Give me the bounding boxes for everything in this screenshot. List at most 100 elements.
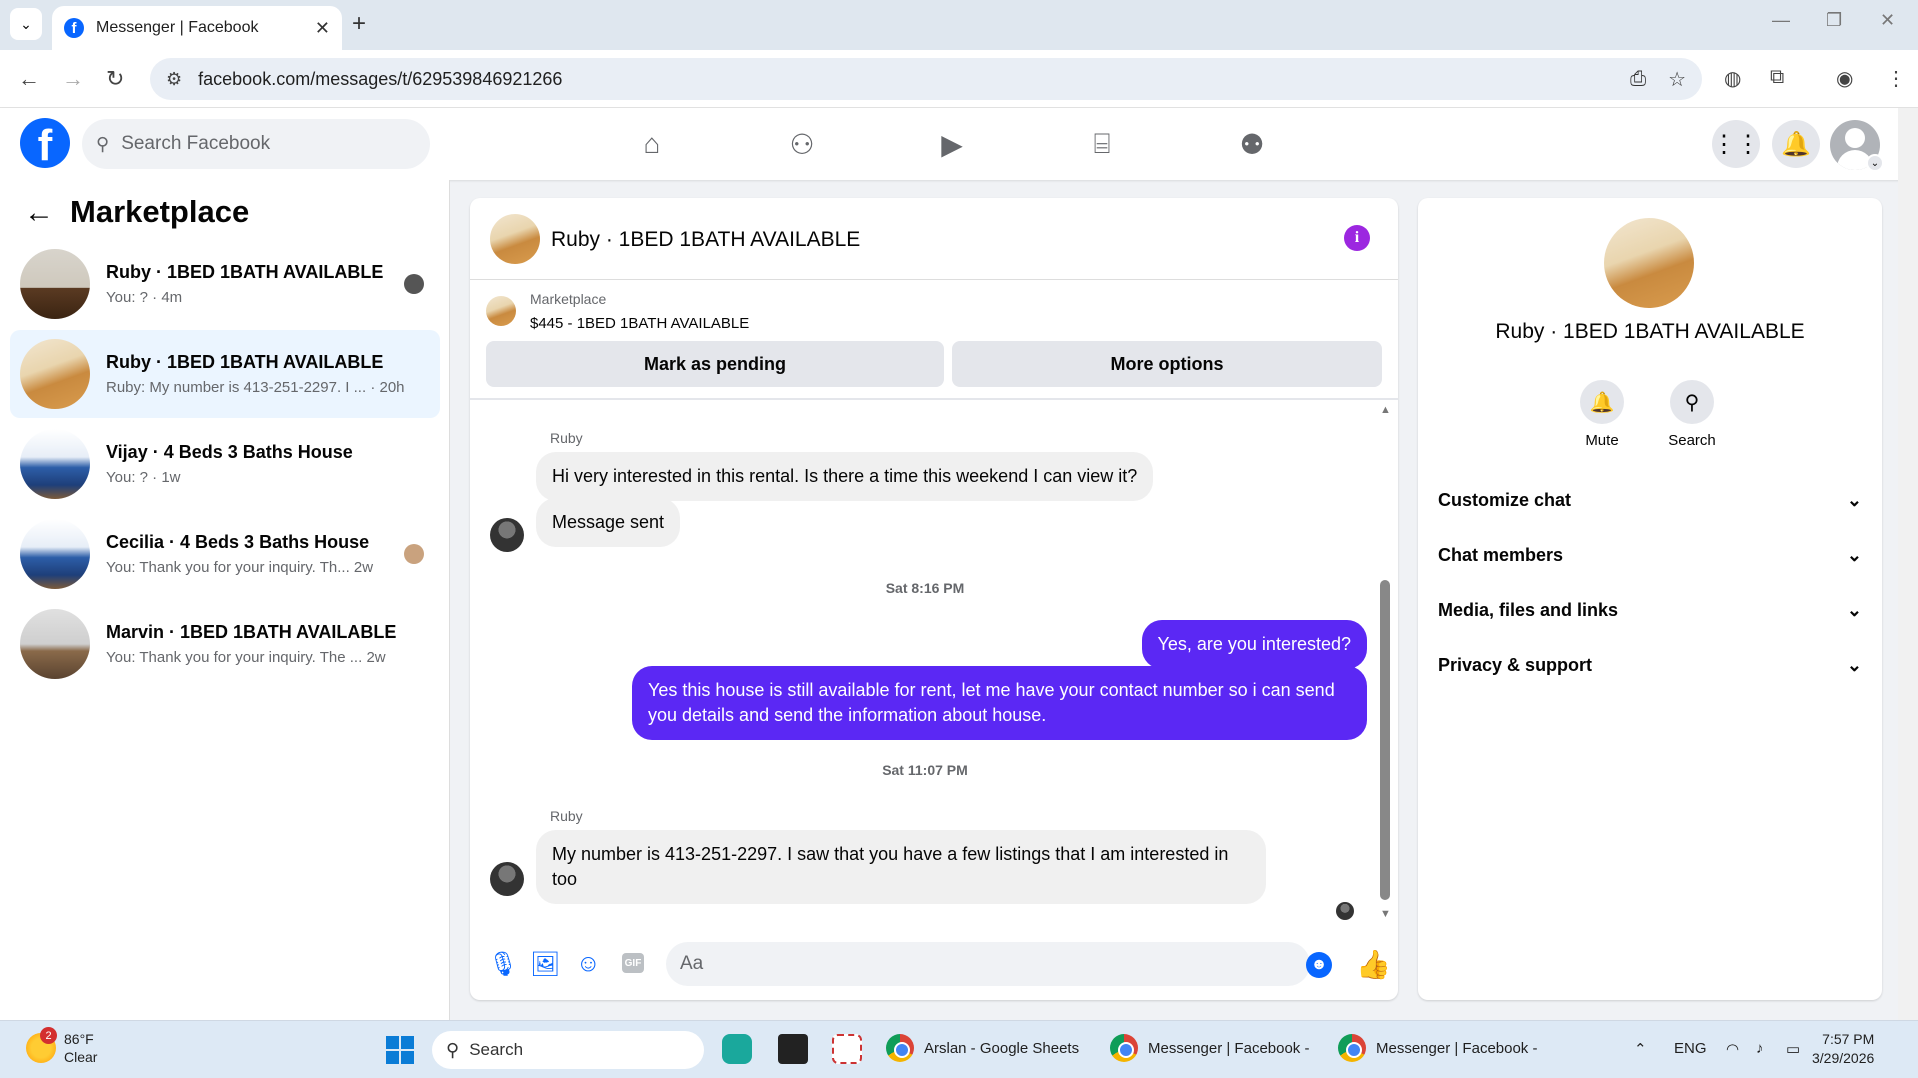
gif-icon[interactable]: GIF [622, 953, 644, 973]
extensions-icon[interactable]: ⧉ [1770, 66, 1784, 89]
emoji-icon[interactable]: ☻ [1306, 952, 1332, 978]
taskbar-search[interactable]: ⚲ Search [432, 1031, 704, 1069]
taskbar-chrome-sheets[interactable]: Arslan - Google Sheets [886, 1034, 1079, 1062]
thumbs-up-icon[interactable]: 👍 [1356, 948, 1391, 981]
customize-chat-section[interactable]: Customize chat ⌄ [1438, 490, 1862, 511]
conversation-item[interactable]: Marvin · 1BED 1BATH AVAILABLE You: Thank … [10, 600, 440, 688]
search-icon[interactable]: ⚲ [1670, 380, 1714, 424]
clock-time: 7:57 PM [1822, 1031, 1875, 1047]
notifications-bell-icon[interactable]: 🔔 [1772, 120, 1820, 168]
weather-desc: Clear [64, 1049, 98, 1065]
incoming-message[interactable]: Hi very interested in this rental. Is th… [536, 452, 1154, 501]
sticky-notes-icon[interactable] [778, 1034, 808, 1064]
privacy-support-section[interactable]: Privacy & support ⌄ [1438, 655, 1862, 676]
message-input[interactable]: Aa [666, 942, 1310, 986]
profile-name: Ruby · 1BED 1BATH AVAILABLE [1495, 320, 1805, 343]
conversation-item-selected[interactable]: Ruby · 1BED 1BATH AVAILABLE Ruby: My numb… [10, 330, 440, 418]
outgoing-message[interactable]: Yes this house is still available for re… [632, 666, 1367, 740]
minimize-icon[interactable]: — [1772, 10, 1790, 31]
address-bar[interactable]: ⚙ facebook.com/messages/t/62953984692126… [150, 58, 1702, 100]
section-label: Privacy & support [1438, 655, 1593, 675]
taskbar-chrome-messenger[interactable]: Messenger | Facebook - [1110, 1034, 1309, 1062]
volume-icon[interactable]: ♪ [1756, 1040, 1764, 1057]
chat-avatar[interactable] [490, 214, 540, 264]
menu-icon[interactable]: ⋮ [1886, 66, 1906, 91]
sticker-icon[interactable]: ☺ [576, 950, 601, 978]
friends-icon[interactable]: ⚇ [782, 128, 822, 161]
reload-icon[interactable]: ↻ [106, 66, 124, 92]
translate-icon[interactable]: ◍ [1724, 66, 1741, 91]
chat-members-section[interactable]: Chat members ⌄ [1438, 545, 1862, 566]
back-icon[interactable]: ← [18, 66, 40, 92]
listing-thumbnail [20, 519, 90, 589]
mute-bell-icon[interactable]: 🔔 [1580, 380, 1624, 424]
profile-avatar[interactable] [1604, 218, 1694, 308]
conversation-item[interactable]: Ruby · 1BED 1BATH AVAILABLE You: ? · 4m [10, 240, 440, 328]
chevron-down-icon: ⌄ [1846, 655, 1862, 675]
microphone-icon[interactable]: 🎙 [488, 950, 518, 979]
site-info-icon[interactable]: ⚙ [166, 69, 182, 90]
account-dropdown-icon[interactable]: ⌄ [1866, 154, 1884, 172]
close-window-icon[interactable]: ✕ [1880, 10, 1895, 31]
forward-icon[interactable]: → [62, 66, 84, 92]
info-icon[interactable]: i [1344, 225, 1370, 251]
weather-widget[interactable]: 2 86°F Clear [26, 1027, 98, 1066]
chat-title[interactable]: Ruby · 1BED 1BATH AVAILABLE [551, 228, 860, 252]
weather-sun-icon: 2 [26, 1027, 57, 1063]
taskbar-chrome-messenger[interactable]: Messenger | Facebook - [1338, 1034, 1537, 1062]
scroll-up-icon[interactable]: ▲ [1380, 404, 1391, 416]
media-files-links-section[interactable]: Media, files and links ⌄ [1438, 600, 1862, 621]
install-app-icon[interactable]: ⎙ [1630, 68, 1646, 91]
video-icon[interactable]: ▶ [932, 128, 972, 161]
listing-price-title[interactable]: $445 - 1BED 1BATH AVAILABLE [530, 315, 749, 332]
close-tab-icon[interactable]: ✕ [315, 18, 330, 39]
seen-avatar [1336, 902, 1354, 920]
conversation-item[interactable]: Vijay · 4 Beds 3 Baths House You: ? · 1w [10, 420, 440, 508]
conversation-item[interactable]: Cecilia · 4 Beds 3 Baths House You: Thank… [10, 510, 440, 598]
chevron-down-icon: ⌄ [1846, 600, 1862, 620]
more-options-button[interactable]: More options [952, 341, 1382, 387]
chat-scrollbar[interactable] [1380, 580, 1390, 900]
back-arrow-icon[interactable]: ← [24, 196, 54, 230]
tray-chevron-up-icon[interactable]: ⌃ [1634, 1040, 1647, 1058]
battery-icon[interactable]: ▭ [1786, 1040, 1800, 1058]
menu-grid-icon[interactable]: ⋮⋮ [1712, 120, 1760, 168]
mark-as-pending-button[interactable]: Mark as pending [486, 341, 944, 387]
outgoing-message[interactable]: Yes, are you interested? [1141, 620, 1367, 669]
marketplace-icon[interactable]: ⌸ [1082, 128, 1122, 161]
listing-thumbnail [20, 249, 90, 319]
clock-date: 3/29/2026 [1812, 1050, 1875, 1066]
listing-thumbnail [20, 339, 90, 409]
browser-tab[interactable]: f Messenger | Facebook ✕ [52, 6, 342, 50]
profile-icon[interactable]: ◉ [1836, 66, 1853, 91]
chrome-icon [886, 1034, 914, 1062]
language-indicator[interactable]: ENG [1674, 1040, 1707, 1057]
section-label: Media, files and links [1438, 600, 1619, 620]
facebook-search-input[interactable]: ⚲ Search Facebook [82, 119, 430, 169]
wifi-icon[interactable]: ◠ [1726, 1040, 1739, 1058]
section-label: Chat members [1438, 545, 1564, 565]
incoming-message[interactable]: My number is 413-251-2297. I saw that yo… [536, 830, 1266, 904]
snipping-tool-icon[interactable] [832, 1034, 862, 1064]
conversation-name: Marvin · 1BED 1BATH AVAILABLE [106, 622, 397, 642]
tab-search-dropdown-icon[interactable]: ⌄ [10, 8, 42, 40]
message-timestamp: Sat 8:16 PM [885, 580, 965, 596]
system-clock[interactable]: 7:57 PM 3/29/2026 [1812, 1030, 1874, 1068]
restore-icon[interactable]: ❐ [1826, 10, 1842, 31]
bookmark-star-icon[interactable]: ☆ [1668, 67, 1686, 92]
home-icon[interactable]: ⌂ [632, 128, 672, 160]
windows-start-icon[interactable] [386, 1036, 414, 1064]
chevron-down-icon: ⌄ [1846, 545, 1862, 565]
incoming-message[interactable]: Message sent [536, 498, 681, 547]
app-icon[interactable] [722, 1034, 752, 1064]
facebook-logo-icon[interactable]: f [20, 118, 70, 168]
page-scrollbar[interactable] [1898, 108, 1918, 1020]
photo-icon[interactable]: 🖼 [530, 950, 560, 979]
scroll-down-icon[interactable]: ▼ [1380, 908, 1391, 920]
conversation-name: Vijay · 4 Beds 3 Baths House [106, 442, 353, 462]
new-tab-icon[interactable]: + [352, 10, 366, 38]
conversation-name: Ruby · 1BED 1BATH AVAILABLE [106, 352, 384, 372]
conversation-name: Cecilia · 4 Beds 3 Baths House [106, 532, 370, 552]
facebook-favicon-icon: f [64, 18, 84, 38]
groups-icon[interactable]: ⚉ [1232, 128, 1272, 161]
